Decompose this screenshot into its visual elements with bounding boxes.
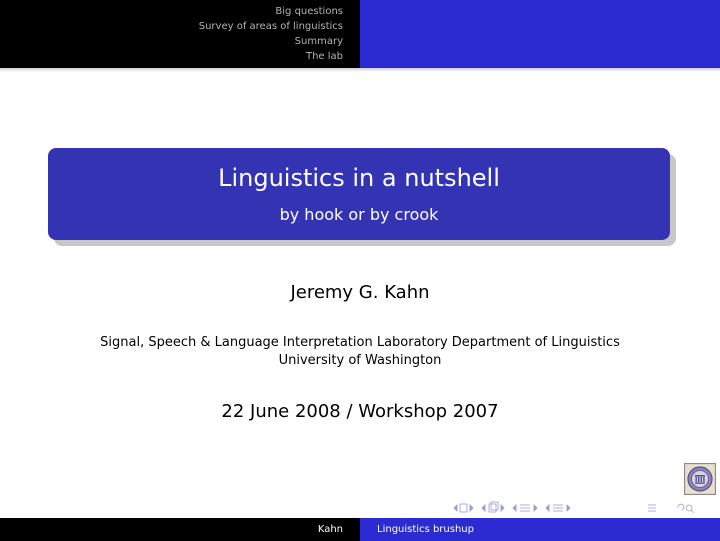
section-link-survey[interactable]: Survey of areas of linguistics [199, 19, 343, 34]
footline-right: Linguistics brushup [360, 518, 720, 541]
author-name: Jeremy G. Kahn [290, 282, 430, 303]
section-link-big-questions[interactable]: Big questions [199, 4, 343, 19]
presentation-subtitle: by hook or by crook [279, 205, 439, 224]
presentation-date: 22 June 2008 / Workshop 2007 [221, 401, 499, 422]
footline-left: Kahn [0, 518, 360, 541]
institute: Signal, Speech & Language Interpretation… [0, 334, 720, 370]
section-link-summary[interactable]: Summary [199, 34, 343, 49]
footline-title: Linguistics brushup [377, 524, 474, 535]
slide-icon[interactable] [481, 501, 505, 513]
headline-right [360, 0, 720, 68]
presentation-title: Linguistics in a nutshell [218, 164, 500, 192]
headline-left: Big questions Survey of areas of linguis… [0, 0, 360, 68]
institute-line-2: University of Washington [278, 353, 442, 368]
subsection-icon[interactable] [512, 504, 538, 512]
headline-bar: Big questions Survey of areas of linguis… [0, 0, 720, 68]
footline-author: Kahn [317, 524, 343, 535]
document-icon[interactable] [648, 504, 656, 512]
headline-shadow [0, 68, 720, 72]
search-icon[interactable] [677, 503, 695, 514]
navigation-symbols [452, 500, 702, 514]
university-seal-icon [684, 463, 716, 495]
navigation-symbols-svg [453, 501, 695, 514]
title-block: Linguistics in a nutshell by hook or by … [48, 148, 670, 240]
section-icon[interactable] [545, 504, 571, 512]
institute-line-1: Signal, Speech & Language Interpretation… [100, 335, 620, 350]
section-link-the-lab[interactable]: The lab [199, 49, 343, 64]
first-frame-icon[interactable] [453, 503, 474, 513]
section-navigation: Big questions Survey of areas of linguis… [199, 4, 343, 64]
